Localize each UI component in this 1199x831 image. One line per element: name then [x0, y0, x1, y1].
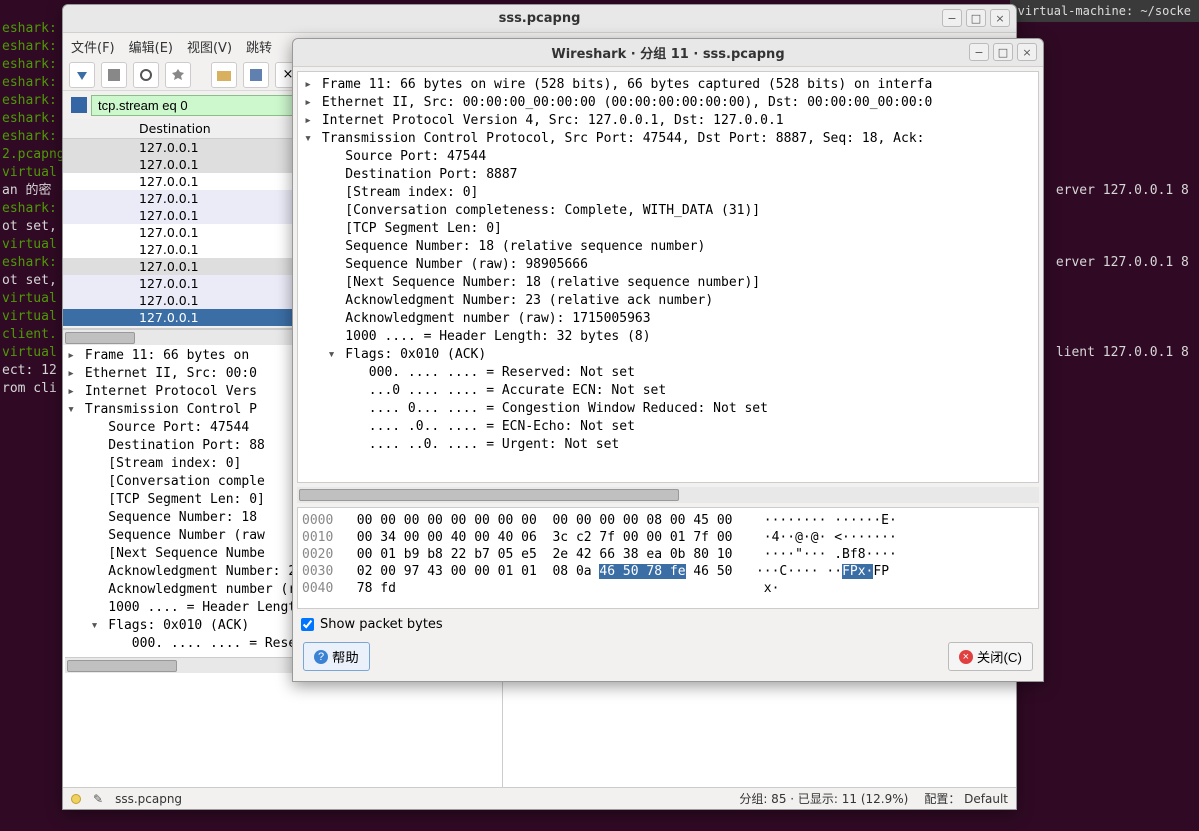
- detail-line[interactable]: Acknowledgment number (raw): 1715005963: [302, 310, 1034, 328]
- dialog-titlebar[interactable]: Wireshark · 分组 11 · sss.pcapng − □ ×: [293, 39, 1043, 67]
- close-window-button[interactable]: ×: [990, 9, 1010, 27]
- dialog-close-window-button[interactable]: ×: [1017, 43, 1037, 61]
- close-icon: ×: [959, 650, 973, 664]
- menu-file[interactable]: 文件(F): [71, 37, 115, 56]
- detail-line[interactable]: [Next Sequence Number: 18 (relative sequ…: [302, 274, 1034, 292]
- help-icon: ?: [314, 650, 328, 664]
- detail-line[interactable]: .... 0... .... = Congestion Window Reduc…: [302, 400, 1034, 418]
- toolbar-start-icon[interactable]: [69, 62, 95, 88]
- toolbar-restart-icon[interactable]: [133, 62, 159, 88]
- close-button[interactable]: × 关闭(C): [948, 642, 1033, 671]
- detail-line[interactable]: Sequence Number: 18 (relative sequence n…: [302, 238, 1034, 256]
- status-packets: 分组: 85 · 已显示: 11 (12.9%): [739, 790, 908, 807]
- detail-line[interactable]: Acknowledgment Number: 23 (relative ack …: [302, 292, 1034, 310]
- detail-line[interactable]: [TCP Segment Len: 0]: [302, 220, 1034, 238]
- toolbar-open-icon[interactable]: [211, 62, 237, 88]
- detail-line[interactable]: ▸ Ethernet II, Src: 00:00:00_00:00:00 (0…: [302, 94, 1034, 112]
- main-title: sss.pcapng: [499, 11, 581, 26]
- show-packet-bytes-label: Show packet bytes: [320, 617, 443, 632]
- maximize-button[interactable]: □: [966, 9, 986, 27]
- detail-line[interactable]: ▸ Frame 11: 66 bytes on wire (528 bits),…: [302, 76, 1034, 94]
- statusbar: ✎ sss.pcapng 分组: 85 · 已显示: 11 (12.9%) 配置…: [63, 787, 1016, 809]
- detail-line[interactable]: ▸ Internet Protocol Version 4, Src: 127.…: [302, 112, 1034, 130]
- dialog-details-pane[interactable]: ▸ Frame 11: 66 bytes on wire (528 bits),…: [297, 71, 1039, 483]
- detail-line[interactable]: ▾ Flags: 0x010 (ACK): [302, 346, 1034, 364]
- menu-view[interactable]: 视图(V): [187, 37, 232, 56]
- status-profile[interactable]: 配置： Default: [924, 790, 1008, 807]
- show-packet-bytes-checkbox[interactable]: [301, 618, 314, 631]
- detail-line[interactable]: Source Port: 47544: [302, 148, 1034, 166]
- detail-line[interactable]: 1000 .... = Header Length: 32 bytes (8): [302, 328, 1034, 346]
- help-button-label: 帮助: [332, 647, 359, 666]
- edit-icon[interactable]: ✎: [93, 792, 103, 806]
- packet-dialog: Wireshark · 分组 11 · sss.pcapng − □ × ▸ F…: [292, 38, 1044, 682]
- status-file: sss.pcapng: [115, 792, 182, 806]
- bookmark-icon[interactable]: [71, 97, 87, 113]
- detail-line[interactable]: ...0 .... .... = Accurate ECN: Not set: [302, 382, 1034, 400]
- dialog-title: Wireshark · 分组 11 · sss.pcapng: [551, 43, 784, 62]
- detail-line[interactable]: [Stream index: 0]: [302, 184, 1034, 202]
- toolbar-options-icon[interactable]: [165, 62, 191, 88]
- terminal-tab: virtual-machine: ~/socke: [1010, 0, 1199, 22]
- dialog-hex-pane[interactable]: 0000 00 00 00 00 00 00 00 00 00 00 00 00…: [297, 507, 1039, 609]
- expert-info-icon[interactable]: [71, 794, 81, 804]
- dialog-maximize-button[interactable]: □: [993, 43, 1013, 61]
- detail-line[interactable]: [Conversation completeness: Complete, WI…: [302, 202, 1034, 220]
- menu-edit[interactable]: 编辑(E): [129, 37, 173, 56]
- main-titlebar[interactable]: sss.pcapng − □ ×: [63, 5, 1016, 33]
- dialog-minimize-button[interactable]: −: [969, 43, 989, 61]
- minimize-button[interactable]: −: [942, 9, 962, 27]
- detail-line[interactable]: ▾ Transmission Control Protocol, Src Por…: [302, 130, 1034, 148]
- menu-goto[interactable]: 跳转: [246, 37, 272, 56]
- detail-line[interactable]: 000. .... .... = Reserved: Not set: [302, 364, 1034, 382]
- detail-line[interactable]: .... .0.. .... = ECN-Echo: Not set: [302, 418, 1034, 436]
- close-button-label: 关闭(C): [977, 647, 1022, 666]
- toolbar-stop-icon[interactable]: [101, 62, 127, 88]
- help-button[interactable]: ? 帮助: [303, 642, 370, 671]
- detail-line[interactable]: Destination Port: 8887: [302, 166, 1034, 184]
- detail-line[interactable]: .... ..0. .... = Urgent: Not set: [302, 436, 1034, 454]
- toolbar-save-icon[interactable]: [243, 62, 269, 88]
- detail-line[interactable]: Sequence Number (raw): 98905666: [302, 256, 1034, 274]
- dialog-details-scrollbar[interactable]: [297, 487, 1039, 503]
